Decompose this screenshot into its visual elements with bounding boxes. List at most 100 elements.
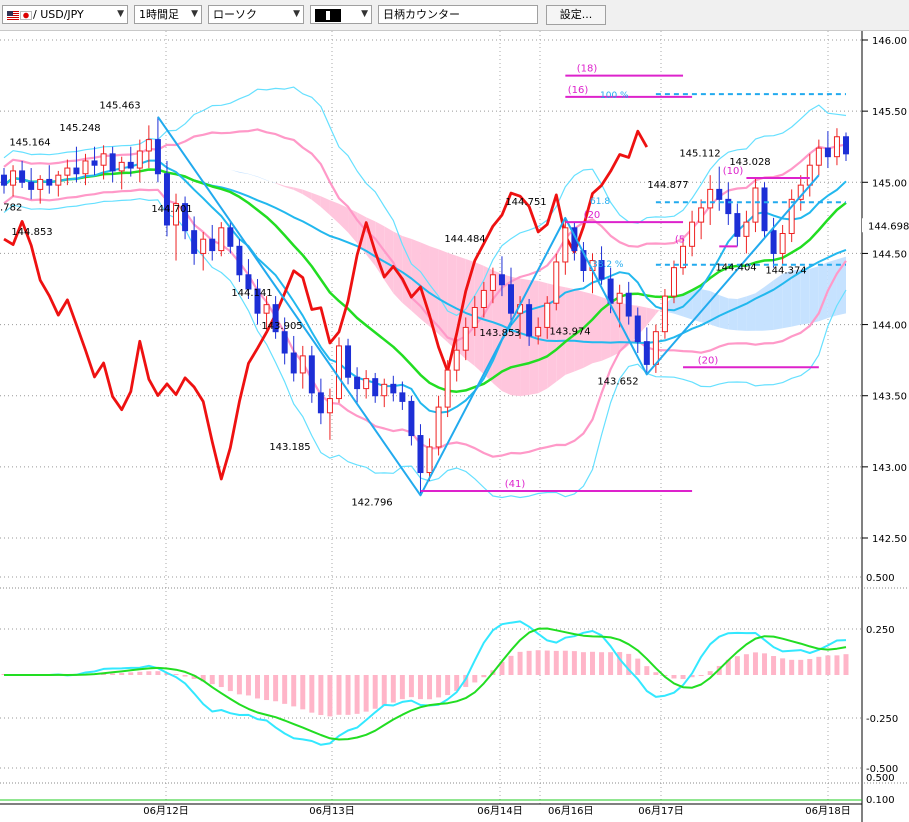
candle-body[interactable] [354, 376, 361, 390]
price-tick-label: 146.00 [872, 36, 907, 47]
candle-body[interactable] [734, 213, 741, 237]
candle-body[interactable] [64, 167, 71, 176]
candle-body[interactable] [544, 302, 551, 328]
candle-body[interactable] [46, 178, 53, 186]
chart-style-select[interactable]: ローソク ▼ [208, 5, 304, 24]
candle-body[interactable] [91, 160, 98, 166]
candle-body[interactable] [335, 345, 342, 400]
candle-body[interactable] [779, 233, 786, 254]
candle-body[interactable] [670, 267, 677, 297]
candle-body[interactable] [408, 400, 415, 437]
candle-body[interactable] [743, 221, 750, 237]
candle-body[interactable] [399, 392, 406, 402]
macd-histogram-bar [653, 672, 659, 675]
candle-body[interactable] [308, 355, 315, 394]
candle-body[interactable] [716, 188, 723, 200]
price-annotation: 1.782 [0, 203, 22, 214]
candle-body[interactable] [390, 383, 397, 394]
candle-body[interactable] [118, 161, 125, 172]
candle-body[interactable] [227, 227, 234, 247]
candle-body[interactable] [417, 435, 424, 474]
candle-body[interactable] [82, 160, 89, 175]
candle-body[interactable] [652, 331, 659, 365]
candle-body[interactable] [191, 230, 198, 254]
candle-body[interactable] [236, 245, 243, 276]
candle-body[interactable] [1, 174, 7, 186]
candle-body[interactable] [833, 136, 840, 158]
candle-body[interactable] [109, 153, 116, 172]
macd-histogram-bar [245, 675, 251, 696]
symbol-select[interactable]: / USD/JPY ▼ [2, 5, 128, 24]
candle-body[interactable] [10, 170, 17, 186]
candle-body[interactable] [698, 207, 705, 223]
macd-histogram-bar [571, 651, 577, 675]
timeframe-select[interactable]: 1時間足 ▼ [134, 5, 202, 24]
candle-body[interactable] [453, 349, 460, 371]
candle-body[interactable] [661, 295, 668, 333]
candle-body[interactable] [245, 274, 252, 290]
candle-body[interactable] [127, 161, 134, 169]
candle-body[interactable] [535, 326, 542, 337]
candle-body[interactable] [136, 150, 143, 169]
candle-body[interactable] [363, 378, 370, 390]
candle-body[interactable] [37, 178, 44, 190]
candle-body[interactable] [508, 284, 515, 314]
candle-body[interactable] [634, 315, 641, 343]
candle-body[interactable] [154, 139, 161, 175]
candle-body[interactable] [145, 139, 152, 152]
candle-body[interactable] [426, 446, 433, 474]
candle-body[interactable] [761, 187, 768, 232]
macd-histogram-bar [119, 673, 125, 675]
candle-body[interactable] [372, 378, 379, 397]
candle-body[interactable] [263, 304, 270, 314]
candle-body[interactable] [281, 331, 288, 354]
candle-body[interactable] [498, 274, 505, 286]
candle-body[interactable] [218, 227, 225, 252]
ichimoku-cloud [773, 273, 783, 330]
candle-body[interactable] [345, 345, 352, 378]
candle-body[interactable] [562, 227, 569, 263]
candle-body[interactable] [19, 170, 26, 183]
candle-body[interactable] [200, 238, 207, 254]
candle-body[interactable] [317, 392, 324, 414]
candle-body[interactable] [489, 274, 496, 291]
candle-body[interactable] [471, 306, 478, 328]
candle-body[interactable] [435, 406, 442, 448]
settings-button[interactable]: 設定... [546, 5, 606, 25]
color-swatch-select[interactable]: ▼ [310, 5, 372, 24]
candle-body[interactable] [209, 238, 216, 252]
candle-body[interactable] [462, 326, 469, 351]
macd-tick-label: 0.250 [866, 625, 895, 636]
candle-body[interactable] [824, 147, 831, 158]
candle-body[interactable] [444, 369, 451, 408]
candle-body[interactable] [752, 187, 759, 223]
candle-body[interactable] [815, 147, 822, 166]
candle-body[interactable] [843, 136, 849, 155]
candle-body[interactable] [526, 304, 533, 337]
candle-body[interactable] [163, 173, 170, 226]
candle-body[interactable] [55, 174, 62, 186]
candle-body[interactable] [28, 181, 35, 190]
macd-histogram-bar [508, 655, 514, 675]
candle-body[interactable] [643, 341, 650, 365]
time-axis-label: 06月13日 [309, 805, 354, 817]
macd-histogram-bar [816, 656, 822, 675]
candle-body[interactable] [480, 289, 487, 308]
price-chart[interactable]: 146.00 145.50 145.00 144.50 144.00 143.50 143.… [0, 31, 909, 822]
ichimoku-cloud [737, 296, 747, 331]
candle-body[interactable] [625, 292, 632, 317]
candle-body[interactable] [616, 292, 623, 304]
candle-body[interactable] [73, 167, 80, 175]
candle-body[interactable] [707, 188, 714, 209]
candle-body[interactable] [290, 352, 297, 374]
candle-body[interactable] [770, 230, 777, 254]
counter-field[interactable]: 日柄カウンター [378, 5, 538, 24]
price-annotation: 144.751 [505, 197, 546, 208]
candle-body[interactable] [381, 383, 388, 397]
candle-body[interactable] [326, 398, 333, 414]
candle-body[interactable] [689, 221, 696, 247]
candle-body[interactable] [100, 153, 107, 166]
candle-body[interactable] [553, 261, 560, 304]
candle-body[interactable] [299, 355, 306, 374]
macd-histogram-bar [481, 675, 487, 678]
